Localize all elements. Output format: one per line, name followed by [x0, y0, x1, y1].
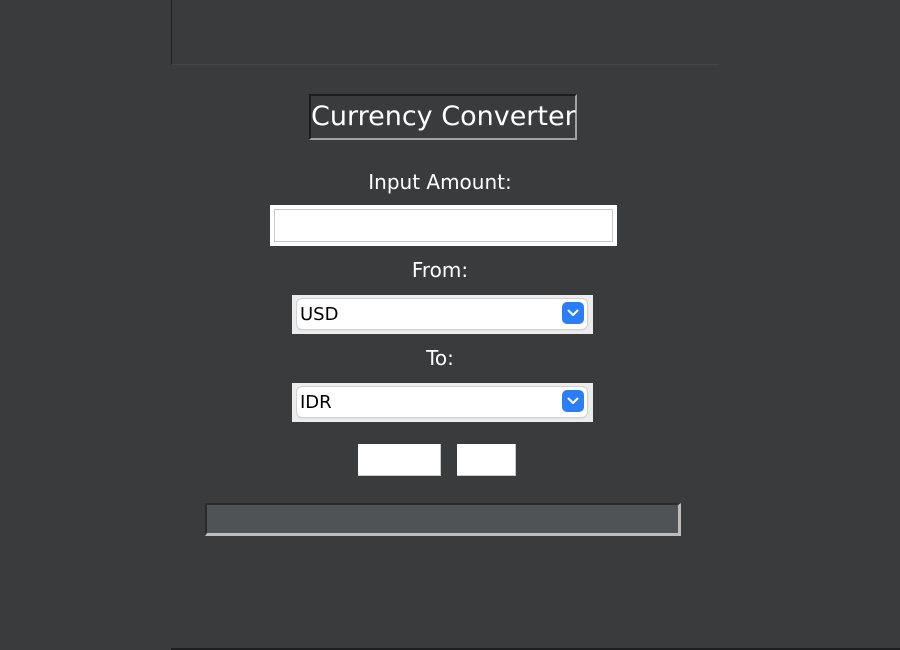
from-currency-value: USD [300, 304, 339, 325]
top-frame-area [171, 0, 719, 65]
to-select-frame: IDR [292, 383, 593, 422]
chevron-down-icon [562, 390, 584, 412]
amount-label: Input Amount: [368, 170, 512, 194]
to-currency-value: IDR [300, 392, 332, 413]
amount-input[interactable] [274, 209, 613, 242]
convert-button[interactable] [358, 444, 441, 476]
to-currency-select[interactable]: IDR [297, 387, 587, 417]
from-label: From: [411, 258, 469, 282]
result-display [205, 503, 681, 536]
from-select-frame: USD [292, 295, 593, 334]
from-currency-select[interactable]: USD [297, 299, 587, 329]
app-title: Currency Converter [309, 94, 577, 140]
clear-button[interactable] [457, 444, 516, 476]
amount-field-frame [270, 205, 617, 246]
chevron-down-icon [562, 302, 584, 324]
to-label: To: [426, 346, 454, 370]
